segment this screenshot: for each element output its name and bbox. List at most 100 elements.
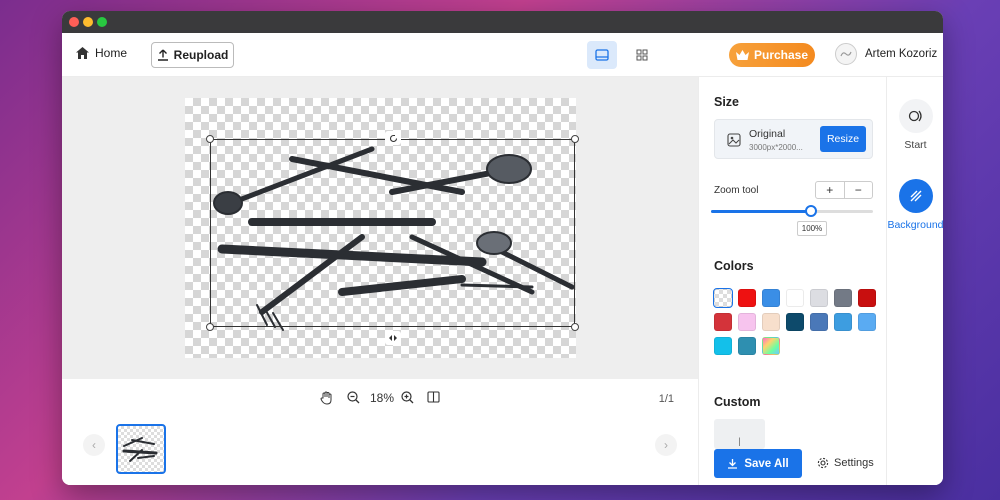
rotate-handle[interactable] [385,131,401,145]
zoom-plus-button[interactable]: + [816,182,845,198]
tool-rail: Start Background [886,77,943,485]
resize-handle-bottom-right[interactable] [571,323,579,331]
size-section-title: Size [714,95,740,109]
rail-item-start[interactable]: Start [887,99,943,151]
chevron-right-icon: › [664,438,668,452]
size-option-card[interactable]: Original 3000px*2000... Resize [714,119,873,159]
next-image-button[interactable]: › [655,434,677,456]
color-swatch[interactable] [738,337,756,355]
background-icon-wrap [898,179,933,213]
color-swatch[interactable] [762,313,780,331]
zoom-in-button[interactable] [401,391,414,407]
upload-icon [157,49,168,61]
title-bar [62,11,943,33]
color-swatch[interactable] [834,289,852,307]
editor-canvas[interactable] [62,77,698,379]
chevron-left-icon: ‹ [92,438,96,452]
user-name: Artem Kozoriz [865,48,938,60]
page-counter: 1/1 [658,393,674,405]
zoom-tool-stepper: + − [815,181,873,199]
image-thumbnail[interactable] [116,424,166,474]
colors-section-title: Colors [714,259,754,273]
size-dimensions: 3000px*2000... [749,143,803,152]
grid-view-icon [636,49,648,61]
start-icon [908,110,922,122]
save-all-label: Save All [744,457,789,470]
custom-section-title: Custom [714,395,761,409]
zoom-minus-button[interactable]: − [845,182,873,198]
single-view-button[interactable] [587,41,617,69]
avatar [835,43,857,65]
home-label: Home [95,46,128,60]
zoom-value: 100% [797,221,827,236]
reupload-button[interactable]: Reupload [151,42,234,68]
selection-box[interactable] [210,139,575,327]
resize-handle-top-right[interactable] [571,135,579,143]
download-icon [728,459,738,469]
start-label: Start [904,139,927,151]
settings-button[interactable]: Settings [817,457,874,469]
zoom-slider-fill [711,210,812,213]
color-swatch[interactable] [762,289,780,307]
pan-tool-button[interactable] [320,391,333,408]
flip-icon [389,335,397,341]
crown-icon [735,50,749,60]
reupload-label: Reupload [173,48,229,62]
color-swatch[interactable] [810,289,828,307]
avatar-icon [840,51,852,57]
purchase-label: Purchase [753,48,809,62]
home-icon [76,47,89,59]
single-view-icon [595,49,609,61]
color-swatch[interactable] [858,313,876,331]
grid-view-button[interactable] [627,41,657,69]
color-swatch[interactable] [714,337,732,355]
resize-handle-top-left[interactable] [206,135,214,143]
zoom-toolbar: 18% 1/1 [62,379,698,419]
thumbnail-image [122,437,158,462]
close-window-button[interactable] [69,17,79,27]
zoom-out-button[interactable] [347,391,360,407]
zoom-window-button[interactable] [97,17,107,27]
compare-icon [427,391,440,403]
color-swatch[interactable] [738,313,756,331]
zoom-out-icon [347,391,360,404]
zoom-tool-label: Zoom tool [714,185,759,196]
zoom-in-icon [401,391,414,404]
zoom-slider[interactable] [711,205,873,217]
background-label: Background [887,219,943,231]
color-swatch[interactable] [858,289,876,307]
color-swatches [713,288,879,355]
background-icon [910,190,921,202]
hand-icon [320,391,332,405]
custom-color-input[interactable]: | [714,419,765,449]
resize-handle-bottom-left[interactable] [206,323,214,331]
color-swatch[interactable] [762,337,780,355]
image-size-icon [727,133,741,147]
compare-button[interactable] [427,391,440,406]
start-icon-wrap [898,99,933,133]
color-swatch[interactable] [810,313,828,331]
home-button[interactable]: Home [76,46,127,60]
prev-image-button[interactable]: ‹ [83,434,105,456]
thumbnail-strip: ‹ › [62,419,698,485]
size-option-label: Original [749,128,786,140]
resize-button[interactable]: Resize [820,126,866,152]
gear-icon [817,457,829,469]
properties-panel: Size Original 3000px*2000... Resize Zoom… [698,77,886,485]
color-swatch[interactable] [714,313,732,331]
color-swatch[interactable] [786,313,804,331]
color-swatch[interactable] [713,288,733,308]
zoom-slider-thumb[interactable] [805,205,818,217]
top-toolbar: Home Reupload Purchase Artem Kozoriz [62,33,943,77]
app-window: Home Reupload Purchase Artem Kozoriz 18%… [62,11,943,485]
rotate-icon [389,134,397,142]
save-all-button[interactable]: Save All [714,449,802,478]
flip-handle[interactable] [385,331,401,345]
color-swatch[interactable] [786,289,804,307]
minimize-window-button[interactable] [83,17,93,27]
color-swatch[interactable] [738,289,756,307]
color-swatch[interactable] [834,313,852,331]
user-menu[interactable]: Artem Kozoriz [835,43,937,65]
rail-item-background[interactable]: Background [887,179,943,231]
purchase-button[interactable]: Purchase [729,43,815,67]
